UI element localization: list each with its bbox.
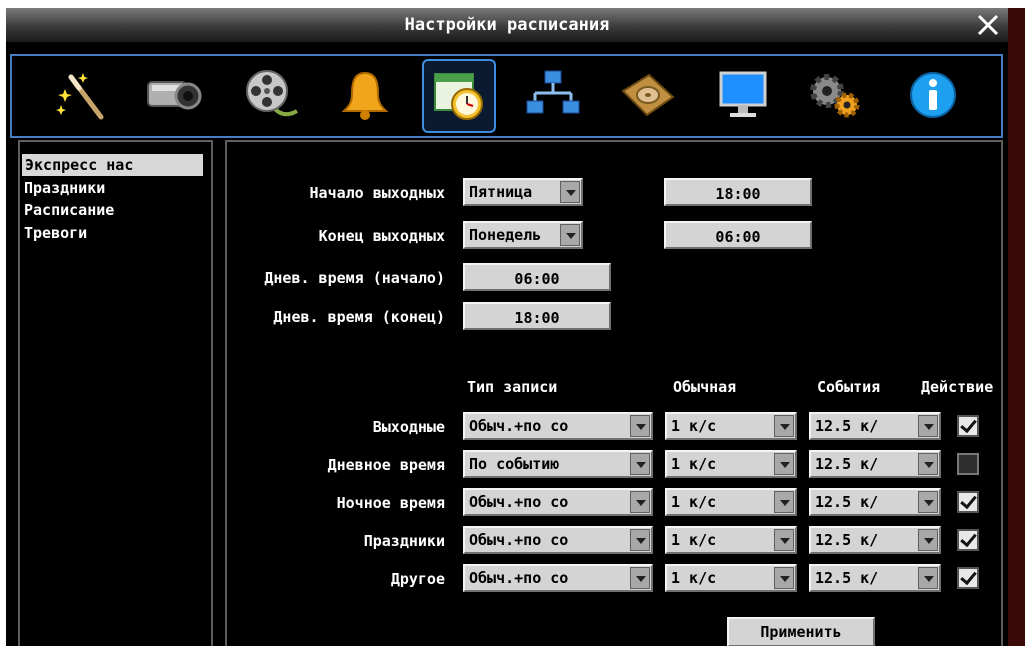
chevron-down-icon [774, 491, 794, 513]
sidebar-item-express[interactable]: Экспресс нас [22, 154, 203, 176]
record-type-value: Обыч.+по со [469, 493, 569, 511]
event-rate-value: 12.5 к/ [815, 531, 879, 549]
daytime-start-field[interactable]: 06:00 [463, 263, 611, 291]
header-record-type: Тип записи [467, 378, 558, 396]
film-reel-icon[interactable] [236, 61, 306, 129]
chevron-down-icon [774, 415, 794, 437]
chevron-down-icon [630, 415, 650, 437]
record-type-select[interactable]: Обыч.+по со [463, 526, 653, 554]
daytime-end-field[interactable]: 18:00 [463, 302, 611, 330]
settings-panel: Начало выходных Пятница 18:00 Конец выхо… [225, 140, 1003, 646]
record-type-select[interactable]: По событию [463, 450, 653, 478]
record-type-value: Обыч.+по со [469, 569, 569, 587]
header-action: Действие [921, 378, 994, 396]
info-icon[interactable] [898, 61, 968, 129]
event-rate-select[interactable]: 12.5 к/ [809, 564, 941, 592]
event-rate-select[interactable]: 12.5 к/ [809, 526, 941, 554]
event-rate-value: 12.5 к/ [815, 417, 879, 435]
weekend-end-day-select[interactable]: Понедель [463, 221, 583, 249]
record-type-select[interactable]: Обыч.+по со [463, 412, 653, 440]
normal-rate-value: 1 к/с [671, 531, 717, 549]
header-normal: Обычная [673, 378, 737, 396]
event-rate-value: 12.5 к/ [815, 569, 879, 587]
event-rate-select[interactable]: 12.5 к/ [809, 488, 941, 516]
weekend-start-day-value: Пятница [469, 183, 533, 201]
chevron-down-icon [918, 567, 938, 589]
daytime-start-label: Днев. время (начало) [264, 269, 445, 287]
normal-rate-select[interactable]: 1 к/с [665, 488, 797, 516]
chevron-down-icon [774, 567, 794, 589]
record-type-value: Обыч.+по со [469, 531, 569, 549]
row-label: Праздники [363, 532, 445, 550]
action-checkbox[interactable] [957, 491, 979, 513]
normal-rate-select[interactable]: 1 к/с [665, 450, 797, 478]
weekend-end-day-value: Понедель [469, 226, 542, 244]
weekend-start-time-field[interactable]: 18:00 [664, 178, 812, 206]
monitor-icon[interactable] [708, 61, 778, 129]
row-label: Другое [390, 570, 445, 588]
chevron-down-icon [560, 181, 580, 203]
row-label: Ночное время [336, 494, 445, 512]
record-type-value: По событию [469, 455, 560, 473]
weekend-end-time-field[interactable]: 06:00 [664, 221, 812, 249]
schedule-calendar-icon[interactable] [422, 59, 496, 133]
window-edge [1008, 8, 1025, 646]
schedule-settings-window: Настройки расписания Экспресс нас Праздн… [6, 8, 1008, 646]
network-icon[interactable] [518, 61, 588, 129]
sidebar-item-alarms[interactable]: Тревоги [24, 222, 87, 244]
chevron-down-icon [774, 529, 794, 551]
chevron-down-icon [630, 567, 650, 589]
main-toolbar [10, 54, 1003, 138]
bell-icon[interactable] [330, 61, 400, 129]
normal-rate-value: 1 к/с [671, 493, 717, 511]
magic-wand-icon[interactable] [46, 61, 116, 129]
weekend-end-label: Конец выходных [318, 227, 445, 245]
header-events: События [817, 378, 881, 396]
sidebar-item-schedule[interactable]: Расписание [24, 199, 114, 221]
row-label: Дневное время [327, 456, 445, 474]
event-rate-value: 12.5 к/ [815, 455, 879, 473]
weekend-start-label: Начало выходных [309, 184, 445, 202]
normal-rate-value: 1 к/с [671, 569, 717, 587]
action-checkbox[interactable] [957, 453, 979, 475]
event-rate-select[interactable]: 12.5 к/ [809, 412, 941, 440]
gears-icon[interactable] [800, 61, 870, 129]
normal-rate-value: 1 к/с [671, 417, 717, 435]
chevron-down-icon [630, 529, 650, 551]
record-type-select[interactable]: Обыч.+по со [463, 564, 653, 592]
title-bar: Настройки расписания [6, 8, 1008, 42]
chevron-down-icon [918, 453, 938, 475]
record-type-value: Обыч.+по со [469, 417, 569, 435]
sidebar-menu: Экспресс нас Праздники Расписание Тревог… [18, 140, 213, 646]
chevron-down-icon [774, 453, 794, 475]
chevron-down-icon [560, 224, 580, 246]
weekend-start-day-select[interactable]: Пятница [463, 178, 583, 206]
close-icon[interactable] [974, 11, 1002, 39]
apply-button[interactable]: Применить [727, 617, 875, 646]
normal-rate-select[interactable]: 1 к/с [665, 412, 797, 440]
sidebar-item-holidays[interactable]: Праздники [24, 177, 105, 199]
normal-rate-select[interactable]: 1 к/с [665, 526, 797, 554]
chevron-down-icon [918, 491, 938, 513]
normal-rate-select[interactable]: 1 к/с [665, 564, 797, 592]
event-rate-value: 12.5 к/ [815, 493, 879, 511]
record-type-select[interactable]: Обыч.+по со [463, 488, 653, 516]
action-checkbox[interactable] [957, 415, 979, 437]
action-checkbox[interactable] [957, 567, 979, 589]
normal-rate-value: 1 к/с [671, 455, 717, 473]
row-label: Выходные [372, 418, 445, 436]
chevron-down-icon [918, 529, 938, 551]
hard-disk-icon[interactable] [612, 61, 682, 129]
camera-icon[interactable] [139, 61, 209, 129]
chevron-down-icon [630, 453, 650, 475]
chevron-down-icon [630, 491, 650, 513]
action-checkbox[interactable] [957, 529, 979, 551]
window-title: Настройки расписания [404, 15, 610, 35]
daytime-end-label: Днев. время (конец) [273, 308, 445, 326]
event-rate-select[interactable]: 12.5 к/ [809, 450, 941, 478]
chevron-down-icon [918, 415, 938, 437]
